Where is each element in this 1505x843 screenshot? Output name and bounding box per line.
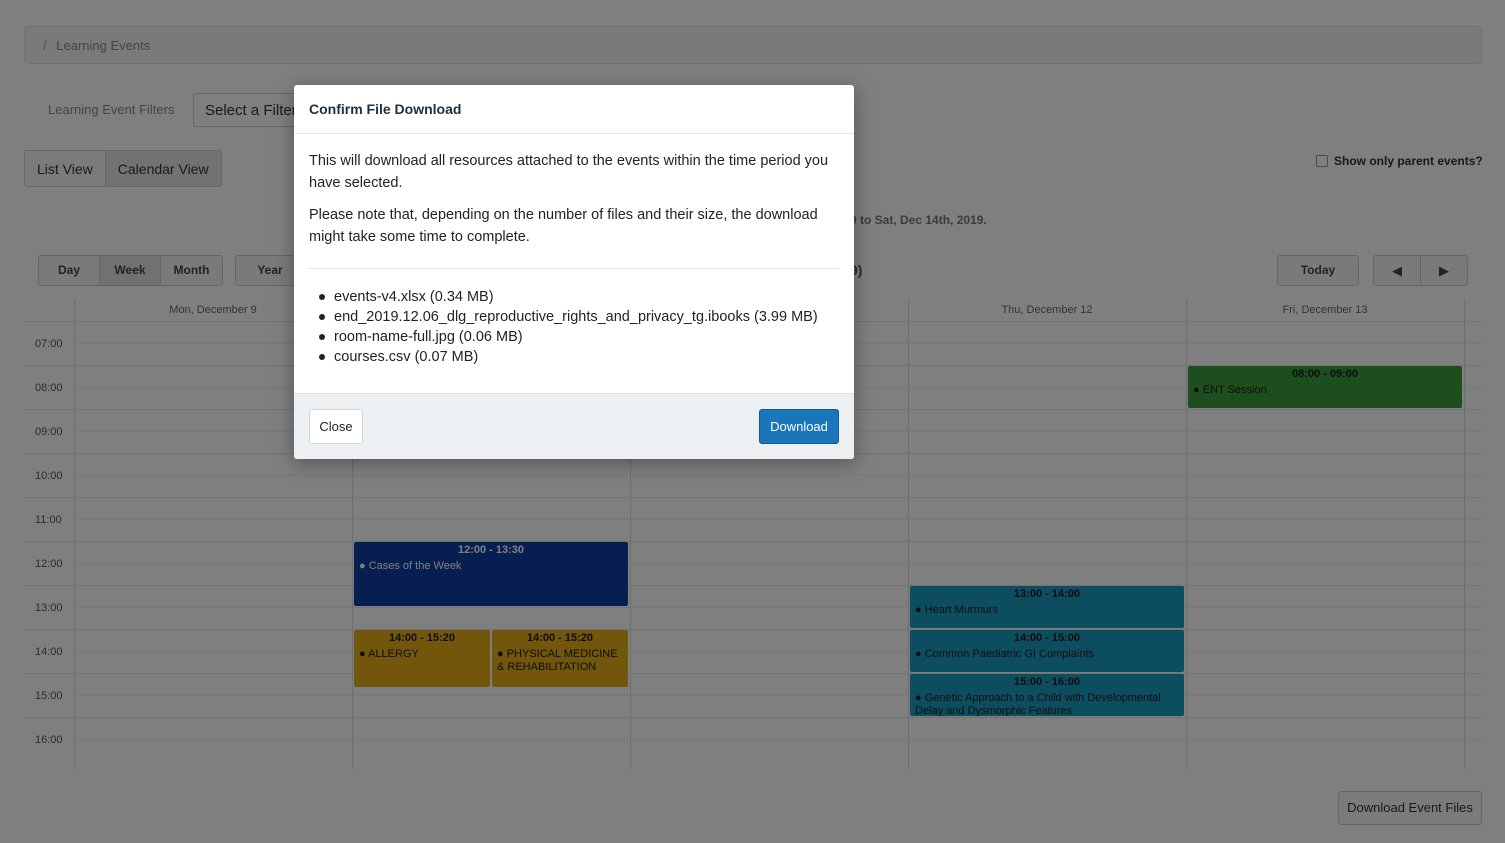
file-name: courses.csv (0.07 MB) xyxy=(334,349,479,365)
bullet-icon xyxy=(319,334,325,340)
file-list-item: events-v4.xlsx (0.34 MB) xyxy=(319,287,839,307)
file-name: end_2019.12.06_dlg_reproductive_rights_a… xyxy=(334,309,818,325)
close-button[interactable]: Close xyxy=(309,409,363,444)
file-list-item: courses.csv (0.07 MB) xyxy=(319,347,839,367)
modal-footer: Close Download xyxy=(294,393,854,459)
download-button[interactable]: Download xyxy=(759,409,839,444)
bullet-icon xyxy=(319,294,325,300)
file-name: events-v4.xlsx (0.34 MB) xyxy=(334,289,494,305)
modal-header: Confirm File Download xyxy=(294,85,854,134)
file-name: room-name-full.jpg (0.06 MB) xyxy=(334,329,523,345)
file-list-item: end_2019.12.06_dlg_reproductive_rights_a… xyxy=(319,307,839,327)
confirm-download-modal: Confirm File Download This will download… xyxy=(294,85,854,459)
modal-title: Confirm File Download xyxy=(309,101,462,117)
file-list: events-v4.xlsx (0.34 MB) end_2019.12.06_… xyxy=(309,287,839,367)
modal-description: This will download all resources attache… xyxy=(309,153,829,191)
bullet-icon xyxy=(319,354,325,360)
modal-body: This will download all resources attache… xyxy=(294,134,854,367)
file-list-item: room-name-full.jpg (0.06 MB) xyxy=(319,327,839,347)
bullet-icon xyxy=(319,314,325,320)
modal-note: Please note that, depending on the numbe… xyxy=(309,207,818,245)
modal-divider xyxy=(309,268,839,269)
